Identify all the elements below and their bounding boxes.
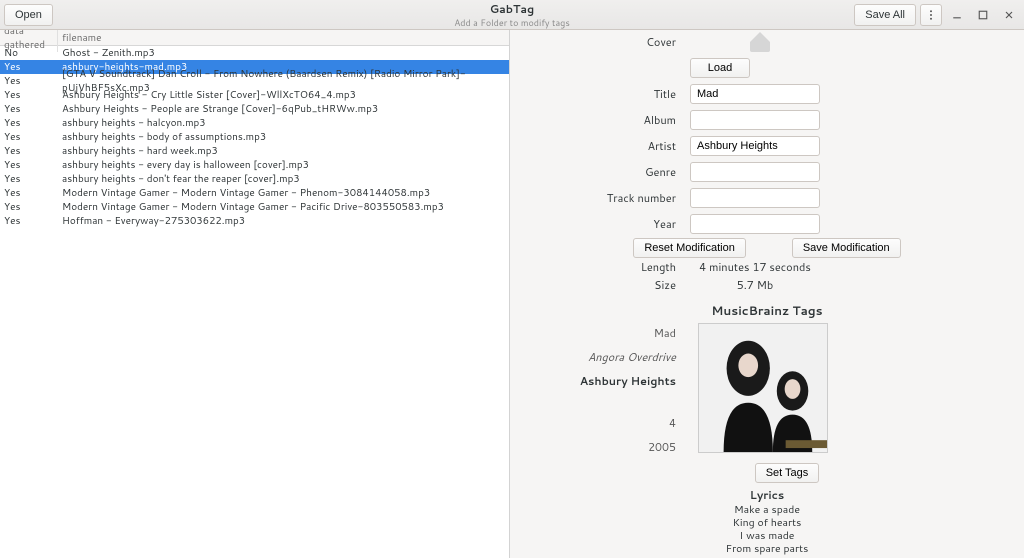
musicbrainz-meta: Mad Angora Overdrive Ashbury Heights 4 2… (520, 323, 690, 457)
musicbrainz-cover-art (698, 323, 828, 453)
table-row[interactable]: Yesashbury heights - don't fear the reap… (0, 172, 509, 186)
cell-data-gathered: Yes (0, 130, 58, 144)
menu-button[interactable] (920, 4, 942, 26)
mb-year-value: 2005 (520, 437, 676, 457)
open-button[interactable]: Open (4, 4, 53, 26)
cell-data-gathered: No (0, 46, 58, 60)
table-row[interactable]: YesHoffman - Everyway-275303622.mp3 (0, 214, 509, 228)
cell-data-gathered: Yes (0, 186, 58, 200)
cover-art-icon (699, 324, 827, 452)
year-label: Year (520, 216, 690, 232)
table-row[interactable]: Yesashbury heights - hard week.mp3 (0, 144, 509, 158)
file-list-header: data gathered filename (0, 30, 509, 46)
save-all-button[interactable]: Save All (854, 4, 916, 26)
cell-filename: ashbury heights - halcyon.mp3 (58, 116, 509, 130)
artist-input[interactable] (690, 136, 820, 156)
cell-filename: Ashbury Heights - Cry Little Sister [Cov… (58, 88, 509, 102)
table-row[interactable]: NoGhost - Zenith.mp3 (0, 46, 509, 60)
genre-input[interactable] (690, 162, 820, 182)
mb-album-value: Angora Overdrive (520, 347, 676, 367)
cell-filename: ashbury heights - body of assumptions.mp… (58, 130, 509, 144)
lyrics-body: Make a spadeKing of heartsI was madeFrom… (520, 504, 1014, 558)
album-label: Album (520, 112, 690, 128)
col-header-filename[interactable]: filename (58, 31, 509, 45)
set-tags-button[interactable]: Set Tags (755, 463, 820, 483)
lyrics-heading: Lyrics (520, 489, 1014, 502)
lyrics-section: Lyrics Make a spadeKing of heartsI was m… (520, 489, 1014, 558)
cell-data-gathered: Yes (0, 158, 58, 172)
close-icon (1003, 9, 1015, 21)
file-list-pane: data gathered filename NoGhost - Zenith.… (0, 30, 510, 558)
minimize-icon (951, 9, 963, 21)
table-row[interactable]: YesModern Vintage Gamer - Modern Vintage… (0, 200, 509, 214)
cover-label: Cover (520, 34, 690, 50)
cover-placeholder-icon (750, 32, 770, 52)
kebab-icon (925, 9, 937, 21)
cell-data-gathered: Yes (0, 144, 58, 158)
musicbrainz-section: MusicBrainz Tags Mad Angora Overdrive As… (520, 302, 1014, 483)
table-row[interactable]: YesAshbury Heights - People are Strange … (0, 102, 509, 116)
cell-data-gathered: Yes (0, 60, 58, 74)
cell-data-gathered: Yes (0, 214, 58, 228)
cell-filename: Ashbury Heights - People are Strange [Co… (58, 102, 509, 116)
size-value: 5.7 Mb (690, 277, 820, 293)
close-button[interactable] (998, 4, 1020, 26)
table-row[interactable]: YesAshbury Heights - Cry Little Sister [… (0, 88, 509, 102)
cell-data-gathered: Yes (0, 116, 58, 130)
length-value: 4 minutes 17 seconds (690, 259, 820, 275)
table-row[interactable]: Yesashbury heights - halcyon.mp3 (0, 116, 509, 130)
tag-form: Cover Load Title Album Artist Genre Trac… (520, 32, 1014, 234)
table-row[interactable]: Yesashbury heights - body of assumptions… (0, 130, 509, 144)
table-row[interactable]: YesModern Vintage Gamer - Modern Vintage… (0, 186, 509, 200)
mb-title-value: Mad (520, 323, 676, 343)
cell-data-gathered: Yes (0, 74, 58, 88)
cell-data-gathered: Yes (0, 200, 58, 214)
tag-editor-pane: Cover Load Title Album Artist Genre Trac… (510, 30, 1024, 558)
cell-filename: Modern Vintage Gamer - Modern Vintage Ga… (58, 200, 509, 214)
maximize-icon (977, 9, 989, 21)
cell-filename: ashbury heights - every day is halloween… (58, 158, 509, 172)
save-modification-button[interactable]: Save Modification (792, 238, 901, 258)
year-input[interactable] (690, 214, 820, 234)
main-split: data gathered filename NoGhost - Zenith.… (0, 30, 1024, 558)
cell-filename: ashbury heights - hard week.mp3 (58, 144, 509, 158)
file-list-body: NoGhost - Zenith.mp3Yesashbury-heights-m… (0, 46, 509, 228)
size-label: Size (520, 277, 690, 293)
title-label: Title (520, 86, 690, 102)
table-row[interactable]: Yesashbury heights - every day is hallow… (0, 158, 509, 172)
mb-track-value: 4 (520, 413, 676, 433)
track-input[interactable] (690, 188, 820, 208)
cell-data-gathered: Yes (0, 172, 58, 186)
genre-label: Genre (520, 164, 690, 180)
title-input[interactable] (690, 84, 820, 104)
length-label: Length (520, 259, 690, 275)
track-label: Track number (520, 190, 690, 206)
maximize-button[interactable] (972, 4, 994, 26)
load-cover-button[interactable]: Load (690, 58, 750, 78)
cell-filename: Hoffman - Everyway-275303622.mp3 (58, 214, 509, 228)
album-input[interactable] (690, 110, 820, 130)
table-row[interactable]: Yes[GTA V Soundtrack] Dan Croll - From N… (0, 74, 509, 88)
cell-data-gathered: Yes (0, 88, 58, 102)
artist-label: Artist (520, 138, 690, 154)
reset-modification-button[interactable]: Reset Modification (633, 238, 746, 258)
cell-filename: ashbury heights - don't fear the reaper … (58, 172, 509, 186)
headerbar: Open GabTag Add a Folder to modify tags … (0, 0, 1024, 30)
mb-artist-value: Ashbury Heights (520, 371, 676, 391)
musicbrainz-heading: MusicBrainz Tags (520, 302, 1014, 319)
cell-data-gathered: Yes (0, 102, 58, 116)
cell-filename: Modern Vintage Gamer - Modern Vintage Ga… (58, 186, 509, 200)
cell-filename: Ghost - Zenith.mp3 (58, 46, 509, 60)
minimize-button[interactable] (946, 4, 968, 26)
